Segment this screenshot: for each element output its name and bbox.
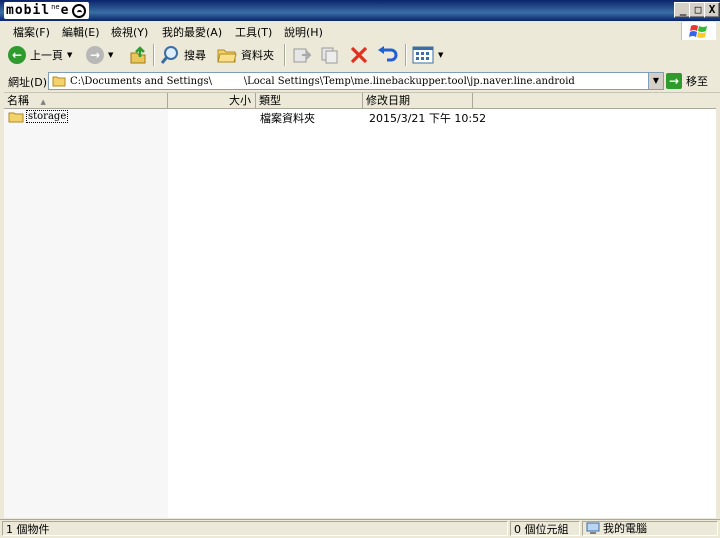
title-bar[interactable]: mobil ne e _ □ X	[0, 0, 720, 21]
back-button-label: 上一頁	[30, 49, 63, 62]
smiley-icon	[72, 3, 87, 18]
undo-icon	[378, 46, 398, 62]
logo-ne: ne	[51, 2, 60, 11]
status-object-count: 1 個物件	[2, 521, 508, 536]
forward-button[interactable]: → ▼	[86, 43, 113, 67]
close-button[interactable]: X	[704, 2, 720, 18]
go-arrow-icon: →	[666, 73, 682, 89]
search-button[interactable]: 搜尋	[160, 43, 206, 67]
address-bar: 網址(D) C:\Documents and Settings\ \Local …	[0, 70, 720, 93]
address-dropdown-button[interactable]: ▼	[648, 73, 663, 89]
forward-dropdown-icon[interactable]: ▼	[108, 51, 113, 59]
up-folder-icon	[130, 46, 146, 64]
menu-tools[interactable]: 工具(T)	[235, 24, 272, 40]
delete-icon	[350, 46, 368, 64]
column-header: 名稱 ▲ 大小 類型 修改日期	[4, 93, 716, 109]
views-dropdown-icon[interactable]: ▼	[438, 51, 443, 59]
address-input[interactable]: C:\Documents and Settings\ \Local Settin…	[48, 72, 664, 90]
go-button[interactable]: → 移至	[666, 72, 708, 90]
status-bar: 1 個物件 0 個位元組 我的電腦	[0, 519, 720, 538]
menu-view[interactable]: 檢視(Y)	[111, 24, 148, 40]
menu-edit[interactable]: 編輯(E)	[62, 24, 100, 40]
up-folder-button[interactable]	[128, 43, 148, 67]
menu-bar: 檔案(F) 編輯(E) 檢視(Y) 我的最愛(A) 工具(T) 說明(H)	[0, 21, 720, 41]
move-to-icon	[293, 48, 312, 63]
logo-text: mobil	[6, 3, 51, 18]
col-modified-header[interactable]: 修改日期	[363, 93, 473, 108]
folder-icon	[217, 49, 237, 63]
menu-file[interactable]: 檔案(F)	[13, 24, 50, 40]
site-logo: mobil ne e	[4, 2, 90, 19]
standard-toolbar: ← 上一頁 ▼ → ▼ 搜尋 資料夾 ▼	[0, 40, 720, 71]
go-button-label: 移至	[686, 75, 708, 88]
row-name-text: storage	[26, 110, 69, 123]
menu-favorites[interactable]: 我的最愛(A)	[162, 24, 222, 40]
logo-tail: e	[60, 3, 70, 18]
windows-flag-icon	[681, 22, 716, 40]
my-computer-icon	[586, 522, 600, 534]
col-type-header[interactable]: 類型	[256, 93, 363, 108]
address-folder-icon	[52, 76, 66, 87]
sorted-column-highlight	[4, 109, 168, 518]
row-type-cell: 檔案資料夾	[260, 112, 315, 125]
col-name-header[interactable]: 名稱 ▲	[4, 93, 168, 108]
forward-arrow-icon: →	[86, 46, 104, 64]
back-dropdown-icon[interactable]: ▼	[67, 51, 72, 59]
sort-ascending-icon: ▲	[40, 98, 46, 106]
address-label: 網址(D)	[8, 76, 48, 89]
move-to-button[interactable]	[292, 43, 312, 67]
undo-button[interactable]	[377, 43, 399, 67]
delete-button[interactable]	[349, 43, 369, 67]
views-button[interactable]: ▼	[412, 43, 443, 67]
status-location-label: 我的電腦	[603, 522, 647, 535]
back-arrow-icon: ←	[8, 46, 26, 64]
copy-to-button[interactable]	[320, 43, 340, 67]
col-name-label: 名稱	[7, 94, 29, 107]
search-icon	[160, 46, 178, 64]
row-name-cell[interactable]: storage	[8, 110, 69, 123]
col-size-header[interactable]: 大小	[168, 93, 256, 108]
row-modified-cell: 2015/3/21 下午 10:52	[369, 112, 487, 125]
search-button-label: 搜尋	[184, 49, 206, 62]
address-text: C:\Documents and Settings\ \Local Settin…	[70, 75, 575, 87]
views-icon	[412, 46, 434, 64]
copy-to-icon	[321, 47, 338, 64]
table-row[interactable]: storage 檔案資料夾 2015/3/21 下午 10:52	[4, 109, 716, 125]
menu-help[interactable]: 說明(H)	[284, 24, 323, 40]
status-location: 我的電腦	[582, 521, 718, 536]
back-button[interactable]: ← 上一頁 ▼	[8, 43, 72, 67]
folders-button[interactable]: 資料夾	[217, 43, 274, 67]
status-byte-count: 0 個位元組	[510, 521, 580, 536]
folder-icon	[8, 112, 24, 122]
folders-button-label: 資料夾	[241, 49, 274, 62]
